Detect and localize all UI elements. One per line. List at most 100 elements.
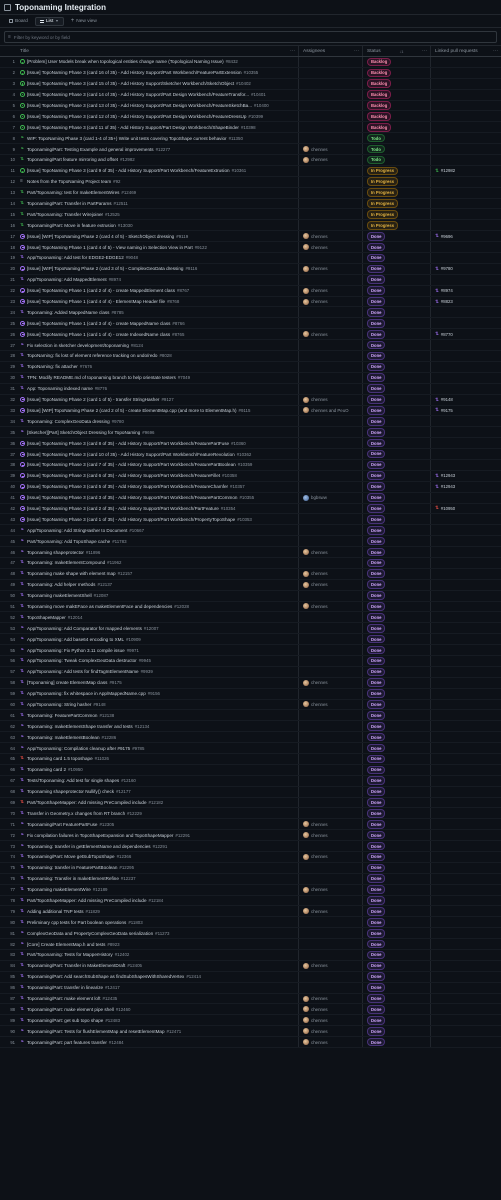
- table-row[interactable]: 80 Preliminary cpp tests for Part boolean…: [0, 917, 501, 929]
- title-cell[interactable]: [Issue] TopoNaming Phase 3 (card 14 of 3…: [18, 92, 298, 98]
- linked-pr-cell[interactable]: [430, 318, 501, 329]
- item-title-link[interactable]: [Core] Create ElementMap.h and tests: [27, 942, 105, 947]
- status-cell[interactable]: Done: [362, 830, 430, 841]
- table-row[interactable]: 16 Toponaming/Part: Move in feature extru…: [0, 220, 501, 232]
- table-row[interactable]: 2 [Issue] TopoNaming Phase 3 (card 16 of …: [0, 67, 501, 79]
- table-row[interactable]: 58[Toponaming] create ElementMap class#9…: [0, 677, 501, 689]
- item-title-link[interactable]: Toponaming shapeprotector Nullify() chec…: [27, 789, 114, 794]
- table-row[interactable]: 81 ComplexGeoData and PropertyComplexGeoD…: [0, 928, 501, 940]
- assignees-cell[interactable]: [298, 536, 362, 547]
- table-row[interactable]: 74Toponaming/Part: Move getSubTopoShape#…: [0, 852, 501, 863]
- item-title-link[interactable]: Part/Toponaming: Transfer Wirejoiner: [27, 212, 103, 217]
- status-cell[interactable]: In Progress: [362, 187, 430, 198]
- table-row[interactable]: 79Adding additional TNP tests#11829chenn…: [0, 906, 501, 918]
- avatar[interactable]: [303, 407, 309, 414]
- status-cell[interactable]: Done: [362, 862, 430, 873]
- linked-pr-cell[interactable]: [430, 383, 501, 394]
- avatar[interactable]: [303, 244, 309, 251]
- title-cell[interactable]: [Issue] TopoNaming Phase 1 (card 4 of 4)…: [18, 299, 298, 305]
- table-row[interactable]: 17 [Issue] [WIP] TopoNaming Phase 2 (card…: [0, 231, 501, 243]
- title-cell[interactable]: App/Toponaming: Fix Python 3.11 compile …: [18, 648, 298, 653]
- table-row[interactable]: 20 [Issue] [WIP] TopoNaming Phase 2 (card…: [0, 263, 501, 275]
- assignees-cell[interactable]: [298, 57, 362, 67]
- item-title-link[interactable]: App/Toponaming: Add StringHasher to Docu…: [27, 528, 127, 533]
- linked-pr-cell[interactable]: [430, 122, 501, 133]
- title-cell[interactable]: Toponaming: Transfer in makeElementRefin…: [18, 876, 298, 881]
- title-cell[interactable]: Fix compilation failures in TopoShapeExp…: [18, 833, 298, 838]
- title-cell[interactable]: Toponaming: makeElementBoolean#12286: [18, 735, 298, 740]
- table-row[interactable]: 83Part/Toponaming: Tests for MapperHisto…: [0, 950, 501, 961]
- table-row[interactable]: 26 [Issue] TopoNaming Phase 1 (card 1 of …: [0, 329, 501, 341]
- linked-pr-cell[interactable]: [430, 340, 501, 351]
- status-cell[interactable]: Backlog: [362, 78, 430, 89]
- table-row[interactable]: 31App: Toponaming indexed name#8776Done: [0, 383, 501, 395]
- table-row[interactable]: 87Toponaming/Part: make element loft#124…: [0, 993, 501, 1005]
- item-title-link[interactable]: Fix selection in sketcher development/to…: [27, 343, 129, 348]
- item-title-link[interactable]: TPN: Modify README.md of toponaming bran…: [27, 375, 176, 380]
- avatar[interactable]: [303, 853, 309, 860]
- assignees-cell[interactable]: [298, 470, 362, 481]
- item-title-link[interactable]: App/Toponaming: Tweak ComplexGeoData des…: [27, 658, 137, 663]
- linked-pr-cell[interactable]: [430, 427, 501, 438]
- linked-pr-cell[interactable]: [430, 220, 501, 231]
- status-cell[interactable]: Done: [362, 873, 430, 884]
- table-row[interactable]: 85 Toponaming/Part: Add searchSubShape as…: [0, 971, 501, 983]
- item-title-link[interactable]: App/Toponaming: Add test for EDGE2-EDGE1…: [27, 255, 124, 260]
- assignees-cell[interactable]: [298, 111, 362, 122]
- title-cell[interactable]: [Sketcher][Part] SketchObject Dressing f…: [18, 430, 298, 435]
- title-cell[interactable]: Toponaming: makeElementCompound#11962: [18, 560, 298, 565]
- title-cell[interactable]: Part/TopoShapeMapper: Add missing PreCom…: [18, 898, 298, 903]
- column-menu-icon[interactable]: ···: [290, 48, 295, 54]
- linked-pr-cell[interactable]: [430, 721, 501, 732]
- table-row[interactable]: 18 [Issue] TopoNaming Phase 1 (card 4 of …: [0, 242, 501, 254]
- assignees-cell[interactable]: [298, 78, 362, 89]
- linked-pr-cell[interactable]: [430, 449, 501, 459]
- assignees-cell[interactable]: [298, 732, 362, 743]
- title-cell[interactable]: Preliminary cpp tests for Part boolean o…: [18, 920, 298, 925]
- item-title-link[interactable]: Toponaming: makeElementCompound: [27, 560, 105, 565]
- title-cell[interactable]: App/Toponaming: Tweak ComplexGeoData des…: [18, 658, 298, 663]
- status-cell[interactable]: In Progress: [362, 209, 430, 220]
- status-cell[interactable]: Done: [362, 841, 430, 852]
- avatar[interactable]: [303, 146, 309, 153]
- title-cell[interactable]: Fix selection in sketcher development/to…: [18, 343, 298, 348]
- assignees-cell[interactable]: [298, 612, 362, 623]
- column-menu-icon[interactable]: ···: [493, 48, 498, 54]
- title-cell[interactable]: [Issue] TopoNaming Phase 3 (card 6 of 35…: [18, 473, 298, 479]
- title-cell[interactable]: Toponaming: Add helper methods#12137: [18, 582, 298, 587]
- assignees-cell[interactable]: [298, 122, 362, 133]
- assignees-cell[interactable]: [298, 133, 362, 144]
- status-cell[interactable]: Done: [362, 917, 430, 928]
- table-row[interactable]: 29TopoNaming: fix attacher#7676Done: [0, 361, 501, 373]
- status-cell[interactable]: Todo: [362, 144, 430, 155]
- item-title-link[interactable]: TopoNaming: fix attacher: [27, 364, 78, 369]
- status-cell[interactable]: Done: [362, 427, 430, 438]
- table-row[interactable]: 65Toponaming card 1.5 toposhape#11026Don…: [0, 754, 501, 765]
- table-row[interactable]: 8 WIP: TopoNaming Phase 3 (card 1-4 of 35…: [0, 133, 501, 145]
- assignees-cell[interactable]: [298, 176, 362, 187]
- assignees-cell[interactable]: [298, 481, 362, 492]
- linked-pr-cell[interactable]: [430, 111, 501, 122]
- title-cell[interactable]: Part/Toponaming: Transfer Wirejoiner#125…: [18, 212, 298, 217]
- assignees-cell[interactable]: [298, 351, 362, 361]
- assignees-cell[interactable]: [298, 743, 362, 753]
- assignees-cell[interactable]: [298, 786, 362, 797]
- linked-pr-cell[interactable]: [430, 78, 501, 89]
- title-cell[interactable]: Toponaming makeElementShell#12087: [18, 593, 298, 598]
- assignees-cell[interactable]: chennes: [298, 1015, 362, 1026]
- linked-pr-cell[interactable]: ⇅ #8770: [430, 329, 501, 340]
- avatar[interactable]: [303, 549, 309, 556]
- linked-pr-link[interactable]: #10950: [441, 506, 455, 511]
- title-cell[interactable]: WIP: TopoNaming Phase 3 (card 1-4 of 35+…: [18, 136, 298, 141]
- status-cell[interactable]: Done: [362, 612, 430, 623]
- table-row[interactable]: 59 App/Toponaming: fix whitespace in App/…: [0, 688, 501, 700]
- title-cell[interactable]: Toponaming/Part: get sub topo shape#1248…: [18, 1018, 298, 1023]
- item-title-link[interactable]: Toponaming: Transfer in makeElementRefin…: [27, 876, 119, 881]
- item-title-link[interactable]: Toponaming makeElementWire: [27, 887, 91, 892]
- status-cell[interactable]: Done: [362, 318, 430, 329]
- item-title-link[interactable]: Toponaming/Part: make element pipe shell: [27, 1007, 114, 1012]
- assignees-cell[interactable]: [298, 253, 362, 263]
- assignees-cell[interactable]: [298, 754, 362, 764]
- title-cell[interactable]: Toponaming card 1.5 toposhape#11026: [18, 756, 298, 761]
- status-cell[interactable]: Done: [362, 797, 430, 808]
